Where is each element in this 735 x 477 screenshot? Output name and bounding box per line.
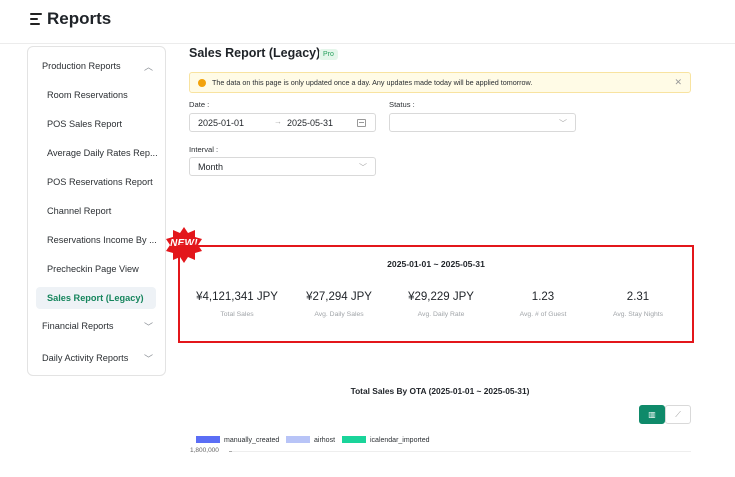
info-notice: The data on this page is only updated on… xyxy=(189,72,691,93)
interval-value: Month xyxy=(198,162,224,172)
sidebar-section-production[interactable]: Production Reports xyxy=(42,61,121,71)
stat-caption: Avg. # of Guest xyxy=(519,311,567,318)
sidebar-item-channel-report[interactable]: Channel Report xyxy=(47,206,111,216)
legend-swatch xyxy=(196,436,220,443)
stat-value: ¥29,229 JPY xyxy=(408,291,474,303)
page-title: Sales Report (Legacy) xyxy=(189,46,321,60)
stat-value: 1.23 xyxy=(531,291,555,303)
date-start-value[interactable]: 2025-01-01 xyxy=(198,118,244,128)
legend-item-manually-created[interactable]: manually_created xyxy=(196,436,279,444)
sidebar-item-room-reservations[interactable]: Room Reservations xyxy=(47,90,128,100)
bar-chart-icon: ▥ xyxy=(648,410,656,419)
sidebar-item-reservations-income[interactable]: Reservations Income By ... xyxy=(47,235,157,245)
sidebar-item-pos-sales[interactable]: POS Sales Report xyxy=(47,119,122,129)
reports-sidebar: Production Reports ︿ Room Reservations P… xyxy=(27,46,166,376)
sidebar-item-pos-reservations[interactable]: POS Reservations Report xyxy=(47,177,153,187)
line-chart-icon: ⟋ xyxy=(675,410,681,419)
menu-icon[interactable] xyxy=(30,13,42,25)
legend-label: manually_created xyxy=(224,437,280,444)
stat-value: ¥4,121,341 JPY xyxy=(196,291,278,303)
legend-item-icalendar-imported[interactable]: icalendar_imported xyxy=(342,436,430,444)
legend-swatch xyxy=(342,436,366,443)
summary-panel: 2025-01-01 ~ 2025-05-31 ¥4,121,341 JPY T… xyxy=(178,245,694,343)
notice-text: The data on this page is only updated on… xyxy=(212,78,533,87)
stat-total-sales: ¥4,121,341 JPY Total Sales xyxy=(185,291,289,318)
chevron-down-icon[interactable]: ﹀ xyxy=(144,320,153,333)
y-axis-tick-label: 1,800,000 xyxy=(190,447,219,454)
stat-avg-daily-rate: ¥29,229 JPY Avg. Daily Rate xyxy=(389,291,493,318)
app-header: Reports xyxy=(0,0,735,44)
stat-caption: Total Sales xyxy=(220,311,254,318)
stat-avg-stay-nights: 2.31 Avg. Stay Nights xyxy=(586,291,690,318)
stat-avg-daily-sales: ¥27,294 JPY Avg. Daily Sales xyxy=(287,291,391,318)
chart-gridline xyxy=(231,451,691,452)
date-end-value[interactable]: 2025-05-31 xyxy=(287,118,333,128)
bar-chart-toggle[interactable]: ▥ xyxy=(639,405,665,424)
close-icon[interactable]: ✕ xyxy=(674,77,682,88)
pro-badge: Pro xyxy=(319,49,338,60)
chevron-down-icon[interactable]: ﹀ xyxy=(144,352,153,365)
calendar-icon[interactable] xyxy=(357,119,366,127)
legend-swatch xyxy=(286,436,310,443)
warning-icon xyxy=(198,79,206,87)
chart-title: Total Sales By OTA (2025-01-01 ~ 2025-05… xyxy=(350,386,530,396)
summary-date-range: 2025-01-01 ~ 2025-05-31 xyxy=(387,259,485,269)
stat-caption: Avg. Daily Sales xyxy=(314,311,364,318)
sidebar-item-sales-report-legacy[interactable]: Sales Report (Legacy) xyxy=(36,287,156,309)
stat-value: ¥27,294 JPY xyxy=(306,291,372,303)
legend-label: icalendar_imported xyxy=(370,437,430,444)
sidebar-section-daily-activity[interactable]: Daily Activity Reports xyxy=(42,353,128,363)
legend-item-airhost[interactable]: airhost xyxy=(286,436,335,444)
status-select[interactable]: ﹀ xyxy=(389,113,576,132)
sidebar-item-precheckin[interactable]: Precheckin Page View xyxy=(47,264,139,274)
date-range-picker[interactable]: 2025-01-01 → 2025-05-31 xyxy=(189,113,376,132)
chevron-down-icon: ﹀ xyxy=(359,163,367,172)
stat-value: 2.31 xyxy=(626,291,650,303)
chevron-up-icon[interactable]: ︿ xyxy=(144,60,153,73)
date-label: Date : xyxy=(189,100,210,109)
chevron-down-icon: ﹀ xyxy=(559,119,567,128)
status-label: Status : xyxy=(389,100,415,109)
sidebar-section-financial[interactable]: Financial Reports xyxy=(42,321,114,331)
interval-select[interactable]: Month ﹀ xyxy=(189,157,376,176)
stat-caption: Avg. Daily Rate xyxy=(417,311,465,318)
stat-avg-guests: 1.23 Avg. # of Guest xyxy=(491,291,595,318)
legend-label: airhost xyxy=(314,437,336,444)
interval-label: Interval : xyxy=(189,145,219,154)
y-axis-tick xyxy=(229,451,232,452)
line-chart-toggle[interactable]: ⟋ xyxy=(665,405,691,424)
page-header-title: Reports xyxy=(47,9,112,28)
stat-caption: Avg. Stay Nights xyxy=(612,311,664,318)
arrow-right-icon: → xyxy=(274,117,282,126)
sidebar-item-average-daily-rates[interactable]: Average Daily Rates Rep... xyxy=(47,148,158,158)
